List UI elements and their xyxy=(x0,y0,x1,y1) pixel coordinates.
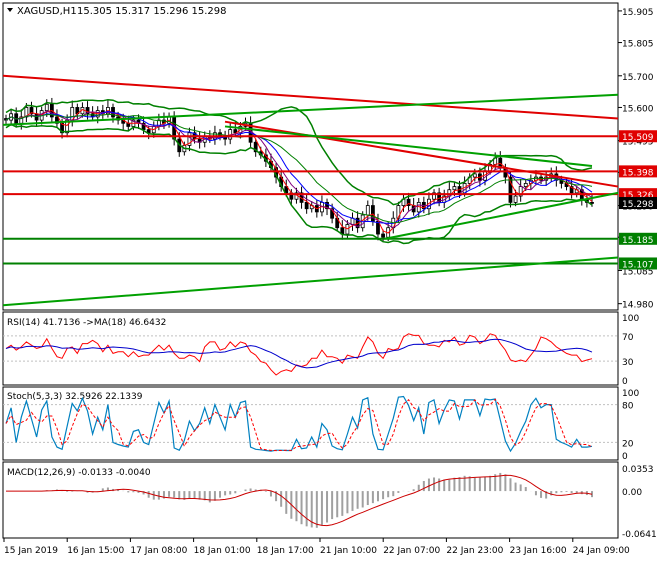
rsi-tick-label: 0 xyxy=(622,377,628,387)
price-y-tick-label: 15.805 xyxy=(622,40,654,50)
candle-body xyxy=(304,201,309,210)
candle-body xyxy=(472,173,477,178)
price-y-tick-label: 14.980 xyxy=(622,301,654,311)
x-tick-label: 24 Jan 09:00 xyxy=(573,546,630,556)
symbol-label: XAGUSD,H1 xyxy=(17,6,77,17)
level-price-tag-label: 15.185 xyxy=(622,236,654,246)
rsi-label: RSI(14) 41.7136 ->MA(18) 46.6432 xyxy=(7,318,166,328)
trading-chart-window: RSI(14) 41.7136 ->MA(18) 46.6432 Stoch(5… xyxy=(0,0,660,560)
chart-canvas[interactable]: RSI(14) 41.7136 ->MA(18) 46.6432 Stoch(5… xyxy=(0,0,660,560)
macd-tick-label: -0.0641 xyxy=(622,530,657,540)
stoch-tick-label: 80 xyxy=(622,402,634,412)
x-tick-label: 18 Jan 01:00 xyxy=(194,546,251,556)
x-tick-label: 18 Jan 17:00 xyxy=(257,546,314,556)
rsi-tick-label: 30 xyxy=(622,358,634,368)
candle-body xyxy=(513,195,518,203)
price-y-tick-label: 15.905 xyxy=(622,8,654,18)
level-price-tag-label: 15.509 xyxy=(622,133,654,143)
x-tick-label: 22 Jan 23:00 xyxy=(446,546,503,556)
stoch-tick-label: 0 xyxy=(622,452,628,462)
x-tick-label: 23 Jan 16:00 xyxy=(510,546,567,556)
x-tick-label: 21 Jan 10:00 xyxy=(320,546,377,556)
stoch-tick-label: 20 xyxy=(622,439,634,449)
macd-tick-label: 0.00 xyxy=(622,488,642,498)
level-price-tag-label: 15.398 xyxy=(622,168,654,178)
price-y-tick-label: 15.700 xyxy=(622,73,654,83)
candle-body xyxy=(44,103,49,112)
candle-body xyxy=(523,183,528,187)
x-tick-label: 17 Jan 08:00 xyxy=(130,546,187,556)
ohlc-values: 15.305 15.317 15.296 15.298 xyxy=(77,6,227,17)
candle-body xyxy=(452,186,457,191)
stoch-tick-label: 100 xyxy=(622,389,639,399)
candle-body xyxy=(381,233,385,238)
candle-body xyxy=(365,205,370,216)
macd-label: MACD(12,26,9) -0.0133 -0.0040 xyxy=(7,468,151,478)
price-y-tick-label: 15.600 xyxy=(622,104,654,114)
current-price-label: 15.298 xyxy=(622,200,654,210)
rsi-tick-label: 70 xyxy=(622,333,634,343)
rsi-tick-label: 100 xyxy=(622,314,639,324)
stoch-label: Stoch(5,3,3) 32.5926 22.1339 xyxy=(7,392,143,402)
macd-tick-label: 0.0353 xyxy=(622,465,654,475)
x-tick-label: 15 Jan 2019 xyxy=(4,546,58,556)
x-tick-label: 22 Jan 07:00 xyxy=(383,546,440,556)
x-tick-label: 16 Jan 15:00 xyxy=(67,546,124,556)
level-price-tag-label: 15.107 xyxy=(622,260,654,270)
candle-body xyxy=(590,201,594,204)
